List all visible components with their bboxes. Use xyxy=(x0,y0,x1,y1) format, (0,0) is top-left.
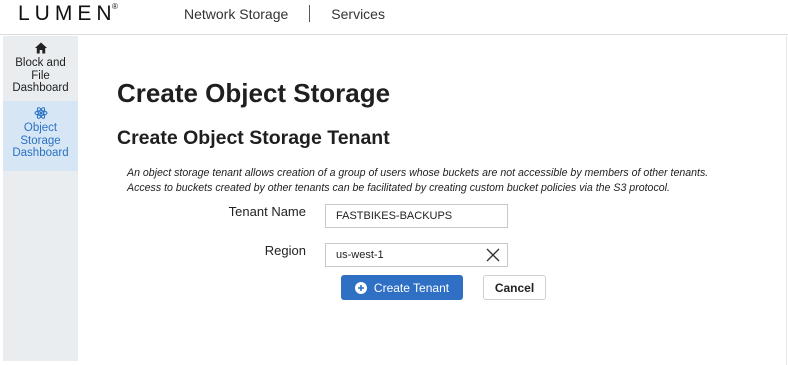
sidebar-item-object-storage-dashboard[interactable]: Object Storage Dashboard xyxy=(3,101,78,171)
nav-network-storage[interactable]: Network Storage xyxy=(184,6,288,22)
tenant-name-input[interactable] xyxy=(325,204,508,228)
sidebar-item-label-line: Block and xyxy=(15,57,66,69)
top-header: LUMEN ® Network Storage Services xyxy=(0,0,788,35)
page-title: Create Object Storage xyxy=(117,78,391,108)
cancel-button[interactable]: Cancel xyxy=(483,275,546,300)
registered-mark: ® xyxy=(112,2,118,11)
sidebar-item-label-line: File xyxy=(31,69,50,82)
home-icon xyxy=(34,42,47,54)
plus-circle-icon xyxy=(354,281,367,294)
sidebar-item-label-line: Object xyxy=(23,122,58,134)
sidebar-item-label-line: Dashboard xyxy=(12,147,69,159)
sidebar-item-label-line: Dashboard xyxy=(12,82,69,94)
sidebar-item-label-line: Storage xyxy=(20,134,61,147)
create-tenant-button[interactable]: Create Tenant xyxy=(341,275,463,300)
clear-region-icon[interactable] xyxy=(485,246,501,264)
tenant-name-label: Tenant Name xyxy=(228,204,306,219)
region-label: Region xyxy=(264,243,306,258)
description-line: An object storage tenant allows creation… xyxy=(127,167,709,179)
section-title: Create Object Storage Tenant xyxy=(117,127,390,149)
top-nav: Network Storage Services xyxy=(184,5,385,22)
create-tenant-label: Create Tenant xyxy=(373,280,450,295)
lumen-logo[interactable]: LUMEN xyxy=(18,2,117,26)
nav-services[interactable]: Services xyxy=(331,6,385,22)
region-select[interactable] xyxy=(325,243,508,267)
content-border xyxy=(786,36,787,365)
tenant-description: An object storage tenant allows creation… xyxy=(127,166,708,196)
sidebar: Block and File Dashboard Object Storage … xyxy=(3,36,78,361)
sidebar-item-block-and-file-dashboard[interactable]: Block and File Dashboard xyxy=(3,36,78,101)
nav-divider xyxy=(309,5,311,22)
atom-icon xyxy=(34,107,47,119)
description-line: Access to buckets created by other tenan… xyxy=(127,182,670,194)
